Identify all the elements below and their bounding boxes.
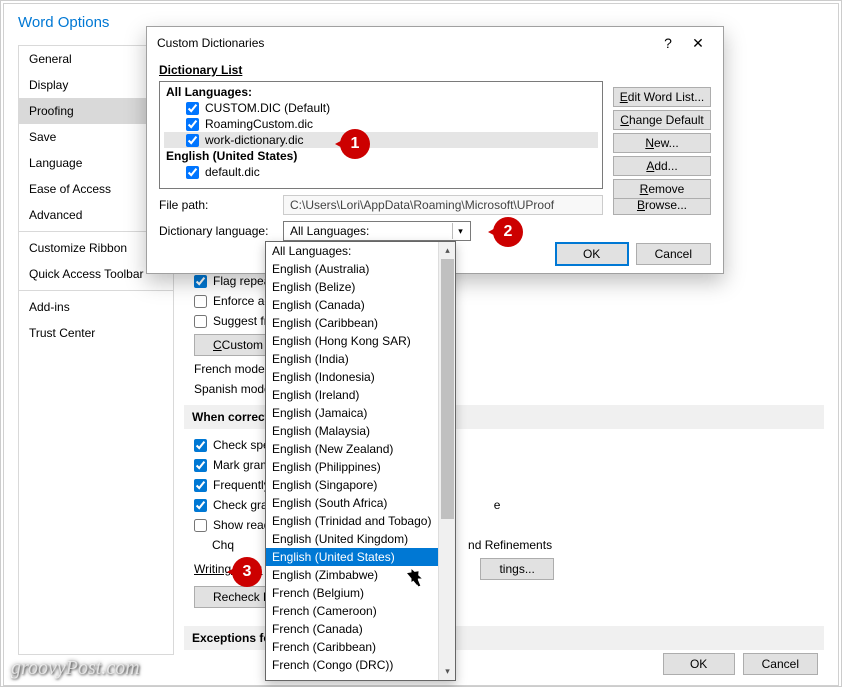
- check-icon[interactable]: [194, 275, 207, 288]
- dlg-btn-remove[interactable]: Remove: [613, 179, 711, 199]
- dropdown-option[interactable]: English (Indonesia): [266, 368, 438, 386]
- dict-item[interactable]: CUSTOM.DIC (Default): [164, 100, 598, 116]
- line-e: e: [494, 498, 501, 512]
- dropdown-option[interactable]: English (Trinidad and Tobago): [266, 512, 438, 530]
- close-button[interactable]: ✕: [683, 33, 713, 53]
- custom-dictionaries-dialog: Custom Dictionaries ? ✕ Dictionary List …: [146, 26, 724, 274]
- dlg-btn-new[interactable]: New...: [613, 133, 711, 153]
- dropdown-option[interactable]: English (Hong Kong SAR): [266, 332, 438, 350]
- file-path-label: File path:: [159, 198, 273, 212]
- dialog-cancel-button[interactable]: Cancel: [636, 243, 711, 265]
- dict-checkbox[interactable]: [186, 102, 199, 115]
- check-icon[interactable]: [194, 439, 207, 452]
- check-icon[interactable]: [194, 459, 207, 472]
- callout-1: 1: [340, 129, 370, 159]
- dropdown-option[interactable]: English (Singapore): [266, 476, 438, 494]
- dropdown-option[interactable]: English (United States): [266, 548, 438, 566]
- dict-item[interactable]: default.dic: [164, 164, 598, 180]
- dropdown-option[interactable]: English (India): [266, 350, 438, 368]
- file-path-display: C:\Users\Lori\AppData\Roaming\Microsoft\…: [283, 195, 603, 215]
- dropdown-option[interactable]: English (Caribbean): [266, 314, 438, 332]
- dropdown-scrollbar[interactable]: ▴ ▾: [438, 242, 455, 680]
- dict-item[interactable]: work-dictionary.dic: [164, 132, 598, 148]
- dictionary-list[interactable]: All Languages:CUSTOM.DIC (Default) Roamin…: [159, 81, 603, 189]
- dict-checkbox[interactable]: [186, 118, 199, 131]
- chq-label: Chq: [212, 538, 234, 552]
- close-icon: ✕: [692, 35, 704, 52]
- dropdown-option[interactable]: English (Ireland): [266, 386, 438, 404]
- dropdown-option[interactable]: English (Canada): [266, 296, 438, 314]
- check-icon[interactable]: [194, 315, 207, 328]
- dlg-btn-change-default[interactable]: Change Default: [613, 110, 711, 130]
- dict-item[interactable]: RoamingCustom.dic: [164, 116, 598, 132]
- dict-checkbox[interactable]: [186, 166, 199, 179]
- dropdown-option[interactable]: English (Malaysia): [266, 422, 438, 440]
- dropdown-option[interactable]: English (Australia): [266, 260, 438, 278]
- dropdown-option[interactable]: All Languages:: [266, 242, 438, 260]
- dropdown-option[interactable]: French (Cameroon): [266, 602, 438, 620]
- dict-group[interactable]: English (United States): [164, 148, 598, 164]
- dropdown-option[interactable]: English (United Kingdom): [266, 530, 438, 548]
- callout-2: 2: [493, 217, 523, 247]
- help-icon: ?: [664, 35, 672, 51]
- check-icon[interactable]: [194, 519, 207, 532]
- dropdown-option[interactable]: English (Jamaica): [266, 404, 438, 422]
- dialog-titlebar[interactable]: Custom Dictionaries ? ✕: [147, 27, 723, 59]
- language-label: Dictionary language:: [159, 224, 273, 238]
- dialog-title: Custom Dictionaries: [157, 36, 264, 50]
- dict-checkbox[interactable]: [186, 134, 199, 147]
- language-row: Dictionary language: All Languages: ▾: [159, 221, 711, 241]
- settings-button[interactable]: tings...: [480, 558, 553, 580]
- dropdown-option[interactable]: French (Congo (DRC)): [266, 656, 438, 674]
- french-modes-label: French modes:: [194, 362, 274, 376]
- dialog-right-buttons: Edit Word List... Change Default New... Add…: [613, 87, 711, 199]
- dialog-ok-button[interactable]: OK: [556, 243, 628, 265]
- dict-label: RoamingCustom.dic: [205, 117, 313, 131]
- dropdown-option[interactable]: French (Caribbean): [266, 638, 438, 656]
- scroll-down-icon[interactable]: ▾: [439, 663, 456, 680]
- language-select[interactable]: All Languages: ▾: [283, 221, 471, 241]
- dialog-bottom-buttons: OK Cancel: [556, 243, 711, 265]
- dialog-body: Dictionary List All Languages:CUSTOM.DIC…: [147, 59, 723, 245]
- dlg-btn-add[interactable]: Add...: [613, 156, 711, 176]
- dlg-btn-edit-word-list[interactable]: Edit Word List...: [613, 87, 711, 107]
- dropdown-option[interactable]: French (Canada): [266, 620, 438, 638]
- callout-3: 3: [232, 557, 262, 587]
- dropdown-option[interactable]: English (New Zealand): [266, 440, 438, 458]
- dictionary-list-label: Dictionary List: [159, 63, 711, 77]
- dropdown-list[interactable]: All Languages:English (Australia)English…: [266, 242, 438, 680]
- check-icon[interactable]: [194, 499, 207, 512]
- check-icon[interactable]: [194, 295, 207, 308]
- nd-ref-label: nd Refinements: [468, 538, 552, 552]
- dict-group[interactable]: All Languages:: [164, 84, 598, 100]
- bg-ok-button[interactable]: OK: [663, 653, 735, 675]
- language-dropdown[interactable]: All Languages:English (Australia)English…: [265, 241, 456, 681]
- scrollbar-thumb[interactable]: [441, 259, 454, 519]
- dropdown-option[interactable]: English (South Africa): [266, 494, 438, 512]
- chevron-down-icon: ▾: [452, 223, 468, 239]
- dict-label: work-dictionary.dic: [205, 133, 303, 147]
- sidebar-item-trust-center[interactable]: Trust Center: [19, 320, 173, 346]
- cursor-icon: [411, 568, 425, 588]
- dropdown-option[interactable]: English (Belize): [266, 278, 438, 296]
- scroll-up-icon[interactable]: ▴: [439, 242, 456, 259]
- dropdown-option[interactable]: English (Philippines): [266, 458, 438, 476]
- dict-label: CUSTOM.DIC (Default): [205, 101, 330, 115]
- dict-label: default.dic: [205, 165, 260, 179]
- sidebar-item-add-ins[interactable]: Add-ins: [19, 294, 173, 320]
- bg-cancel-button[interactable]: Cancel: [743, 653, 818, 675]
- language-value: All Languages:: [290, 224, 369, 238]
- check-icon[interactable]: [194, 479, 207, 492]
- bg-bottom-buttons: OK Cancel: [663, 653, 818, 675]
- help-button[interactable]: ?: [653, 33, 683, 53]
